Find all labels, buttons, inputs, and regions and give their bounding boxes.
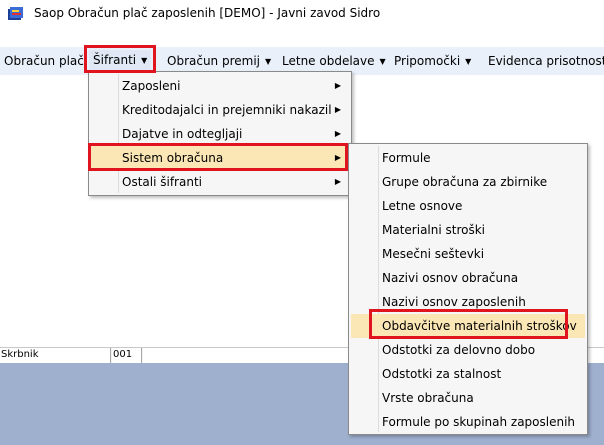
sifranti-dropdown: Zaposleni ▶ Kreditodajalci in prejemniki… bbox=[88, 71, 352, 196]
menu-letne-obdelave[interactable]: Letne obdelave ▼ bbox=[278, 51, 390, 71]
chevron-down-icon: ▼ bbox=[379, 57, 386, 66]
menu-label: Obračun plač bbox=[4, 54, 84, 68]
submenu-item-label: Nazivi osnov obračuna bbox=[382, 271, 519, 285]
submenu-item-label: Formule bbox=[382, 151, 431, 165]
submenu-item-odstotki-stalnost[interactable]: Odstotki za stalnost bbox=[351, 362, 585, 386]
menu-label: Obračun premij bbox=[167, 54, 260, 68]
submenu-item-label: Formule po skupinah zaposlenih bbox=[382, 415, 576, 429]
chevron-down-icon: ▼ bbox=[265, 57, 272, 66]
submenu-item-label: Vrste obračuna bbox=[382, 391, 474, 405]
menu-label: Pripomočki bbox=[394, 54, 461, 68]
submenu-item-odstotki-delovno-dobo[interactable]: Odstotki za delovno dobo bbox=[351, 338, 585, 362]
submenu-item-formule-po-skupinah[interactable]: Formule po skupinah zaposlenih bbox=[351, 410, 585, 434]
status-code: 001 bbox=[112, 348, 142, 363]
submenu-item-nazivi-osnov-obracuna[interactable]: Nazivi osnov obračuna bbox=[351, 266, 585, 290]
title-bar: Saop Obračun plač zaposlenih [DEMO] - Ja… bbox=[0, 0, 604, 30]
menu-item-label: Dajatve in odtegljaji bbox=[122, 127, 243, 141]
chevron-right-icon: ▶ bbox=[334, 81, 341, 90]
window-title: Saop Obračun plač zaposlenih [DEMO] - Ja… bbox=[34, 6, 381, 20]
chevron-down-icon: ▼ bbox=[141, 56, 148, 65]
submenu-item-label: Nazivi osnov zaposlenih bbox=[382, 295, 526, 309]
submenu-item-label: Materialni stroški bbox=[382, 223, 486, 237]
menu-pripomocki[interactable]: Pripomočki ▼ bbox=[390, 51, 475, 71]
menu-item-sistem-obracuna[interactable]: Sistem obračuna ▶ bbox=[91, 146, 349, 170]
submenu-item-obdavcitve-materialnih-stroskov[interactable]: Obdavčitve materialnih stroškov bbox=[351, 314, 585, 338]
submenu-item-label: Obdavčitve materialnih stroškov bbox=[382, 319, 577, 333]
submenu-item-nazivi-osnov-zaposlenih[interactable]: Nazivi osnov zaposlenih bbox=[351, 290, 585, 314]
menu-item-ostali-sifranti[interactable]: Ostali šifranti ▶ bbox=[91, 170, 349, 194]
menu-label: Evidenca prisotnosti bbox=[488, 54, 604, 68]
submenu-item-label: Letne osnove bbox=[382, 199, 463, 213]
submenu-item-label: Odstotki za stalnost bbox=[382, 367, 502, 381]
menu-item-kreditodajalci[interactable]: Kreditodajalci in prejemniki nakazil ▶ bbox=[91, 98, 349, 122]
status-user: Skrbnik bbox=[0, 348, 111, 363]
menu-sifranti[interactable]: Šifranti ▼ bbox=[89, 50, 152, 70]
submenu-item-letne-osnove[interactable]: Letne osnove bbox=[351, 194, 585, 218]
submenu-item-label: Odstotki za delovno dobo bbox=[382, 343, 536, 357]
menu-item-label: Zaposleni bbox=[122, 79, 181, 93]
menu-item-zaposleni[interactable]: Zaposleni ▶ bbox=[91, 74, 349, 98]
chevron-right-icon: ▶ bbox=[334, 153, 341, 162]
menu-item-label: Kreditodajalci in prejemniki nakazil bbox=[122, 103, 332, 117]
submenu-item-label: Grupe obračuna za zbirnike bbox=[382, 175, 548, 189]
menu-evidenca-prisotnosti[interactable]: Evidenca prisotnosti▼ bbox=[484, 51, 604, 71]
menu-obracun-plac[interactable]: Obračun plač bbox=[0, 51, 88, 71]
menu-label: Letne obdelave bbox=[282, 54, 375, 68]
app-icon bbox=[7, 5, 25, 23]
submenu-item-formule[interactable]: Formule bbox=[351, 146, 585, 170]
chevron-down-icon: ▼ bbox=[465, 57, 472, 66]
sistem-obracuna-submenu: Formule Grupe obračuna za zbirnike Letne… bbox=[348, 143, 588, 435]
menu-item-label: Sistem obračuna bbox=[122, 151, 224, 165]
menu-item-label: Ostali šifranti bbox=[122, 175, 202, 189]
menu-item-dajatve[interactable]: Dajatve in odtegljaji ▶ bbox=[91, 122, 349, 146]
chevron-right-icon: ▶ bbox=[334, 177, 341, 186]
menu-label: Šifranti bbox=[93, 53, 137, 67]
submenu-item-label: Mesečni seštevki bbox=[382, 247, 485, 261]
menu-obracun-premij[interactable]: Obračun premij ▼ bbox=[163, 51, 275, 71]
chevron-right-icon: ▶ bbox=[334, 105, 341, 114]
submenu-item-mesecni-sestevki[interactable]: Mesečni seštevki bbox=[351, 242, 585, 266]
submenu-item-vrste-obracuna[interactable]: Vrste obračuna bbox=[351, 386, 585, 410]
chevron-right-icon: ▶ bbox=[334, 129, 341, 138]
submenu-item-materialni-stroski[interactable]: Materialni stroški bbox=[351, 218, 585, 242]
submenu-item-grupe-obracuna[interactable]: Grupe obračuna za zbirnike bbox=[351, 170, 585, 194]
